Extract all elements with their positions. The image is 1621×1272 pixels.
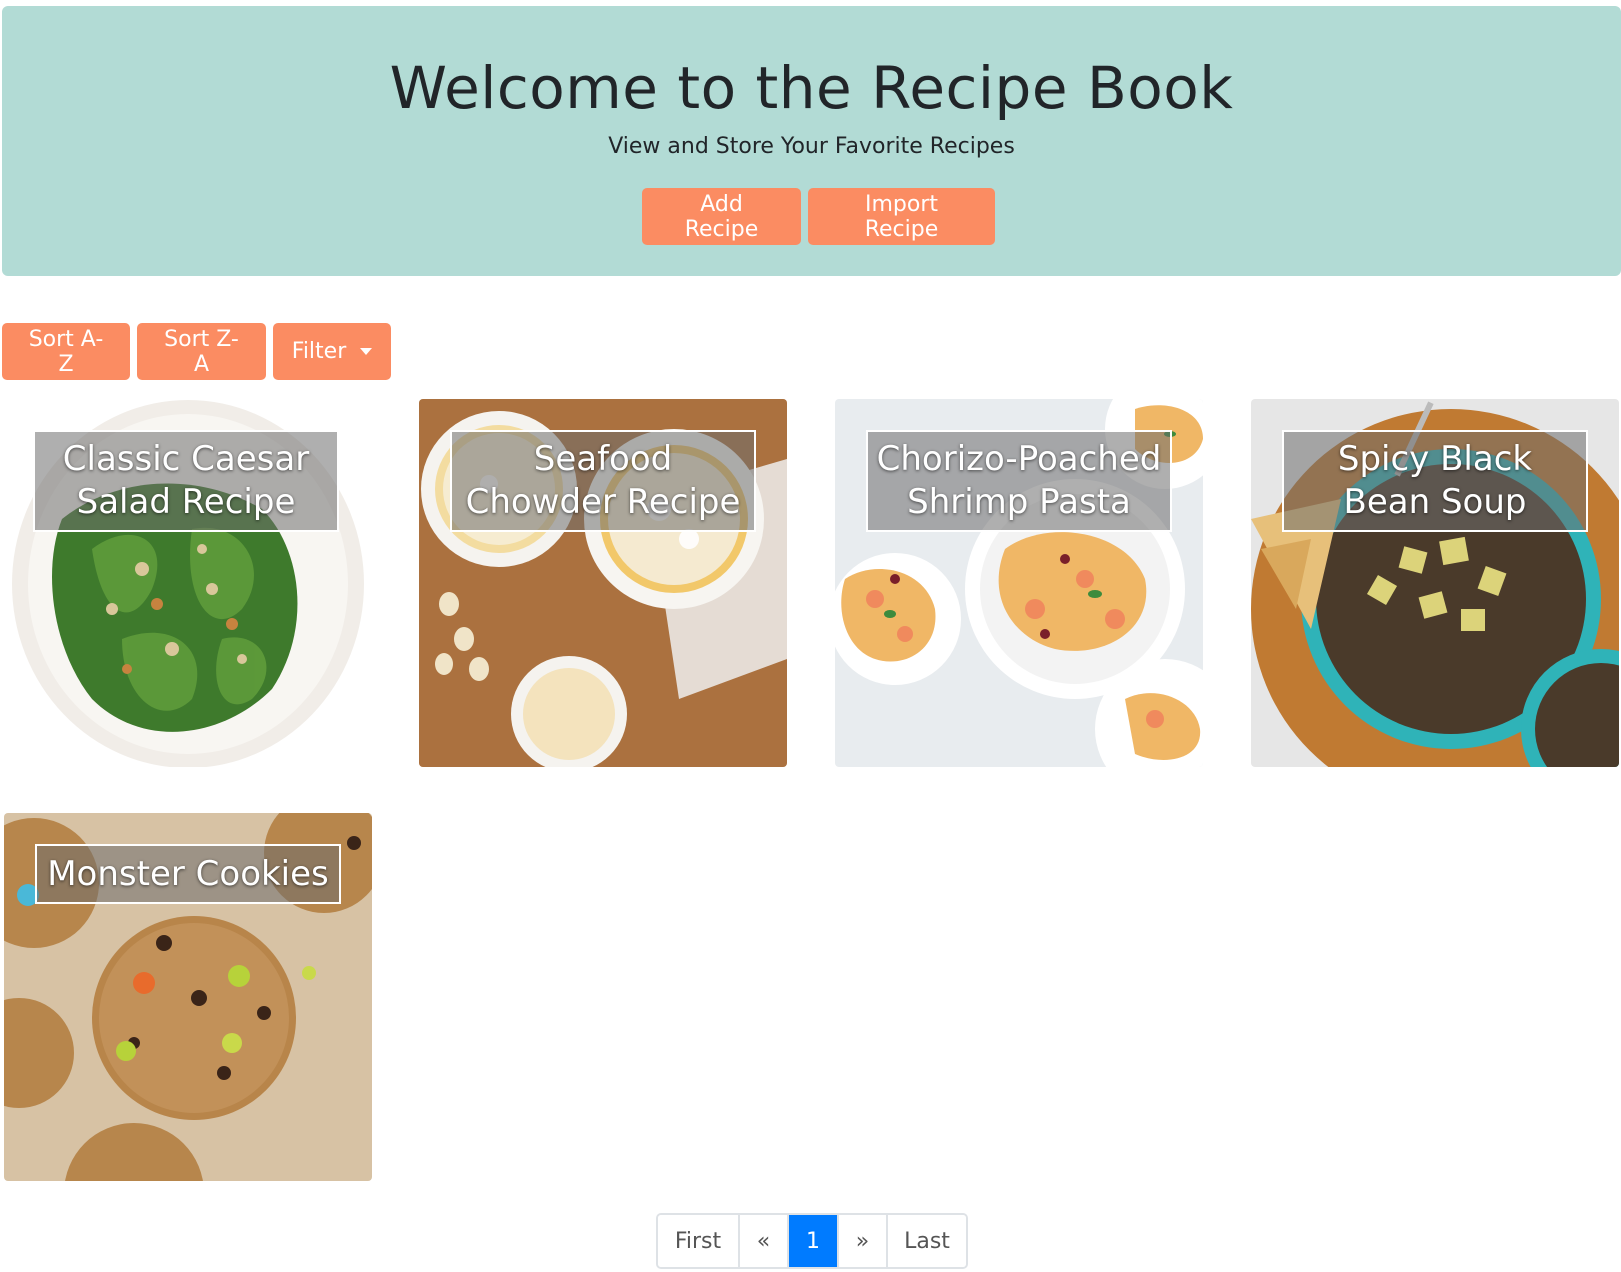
page-title: Welcome to the Recipe Book xyxy=(389,54,1234,122)
recipe-card[interactable]: Monster Cookies xyxy=(4,813,372,1181)
add-recipe-button[interactable]: Add Recipe xyxy=(642,188,801,245)
recipe-card[interactable]: Chorizo-Poached Shrimp Pasta xyxy=(835,399,1203,767)
pagination-first[interactable]: First xyxy=(658,1215,740,1267)
import-recipe-button[interactable]: Import Recipe xyxy=(808,188,995,245)
pagination-last[interactable]: Last xyxy=(888,1215,966,1267)
recipe-title: Seafood Chowder Recipe xyxy=(450,430,756,532)
recipe-title: Spicy Black Bean Soup xyxy=(1282,430,1588,532)
recipe-title: Chorizo-Poached Shrimp Pasta xyxy=(866,430,1172,532)
recipe-card[interactable]: Classic Caesar Salad Recipe xyxy=(2,399,370,767)
pagination-page-current[interactable]: 1 xyxy=(789,1215,839,1267)
filter-dropdown-button[interactable]: Filter xyxy=(273,323,391,380)
pagination-previous[interactable]: « xyxy=(740,1215,789,1267)
sort-az-button[interactable]: Sort A-Z xyxy=(2,323,130,380)
caret-down-icon xyxy=(360,348,373,355)
pagination: First « 1 » Last xyxy=(656,1213,968,1269)
recipe-title: Classic Caesar Salad Recipe xyxy=(33,430,339,532)
sort-filter-toolbar: Sort A-Z Sort Z-A Filter xyxy=(2,323,391,380)
recipe-card[interactable]: Seafood Chowder Recipe xyxy=(419,399,787,767)
recipe-card[interactable]: Spicy Black Bean Soup xyxy=(1251,399,1619,767)
page-subtitle: View and Store Your Favorite Recipes xyxy=(608,134,1015,159)
sort-za-button[interactable]: Sort Z-A xyxy=(137,323,266,380)
recipe-book-page: Welcome to the Recipe Book View and Stor… xyxy=(0,0,1621,1272)
hero-banner: Welcome to the Recipe Book View and Stor… xyxy=(2,6,1621,276)
hero-actions: Add Recipe Import Recipe xyxy=(2,188,1621,245)
recipe-title: Monster Cookies xyxy=(35,844,341,904)
filter-label: Filter xyxy=(291,339,347,364)
pagination-next[interactable]: » xyxy=(839,1215,888,1267)
